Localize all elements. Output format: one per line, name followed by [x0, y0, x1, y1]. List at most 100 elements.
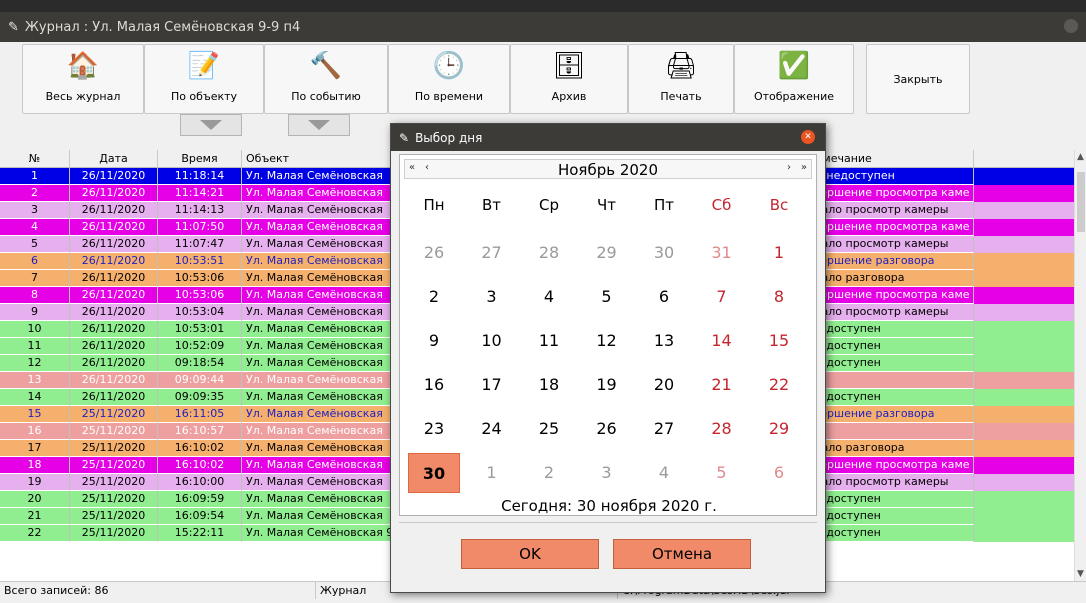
table-cell: 17 — [0, 440, 70, 457]
calendar-day[interactable]: 24 — [466, 409, 518, 449]
table-cell: 26/11/2020 — [70, 372, 158, 389]
weekday-label: Сб — [711, 196, 732, 214]
toolbar-button-label: Весь журнал — [45, 90, 121, 103]
close-button[interactable]: Закрыть — [866, 44, 970, 114]
record-count: Всего записей: 86 — [0, 582, 316, 599]
print-button[interactable]: 🖨 Печать — [628, 44, 734, 114]
table-cell: 11:14:13 — [158, 202, 242, 219]
calendar-day[interactable]: 22 — [753, 365, 805, 405]
table-cell: 10 — [0, 321, 70, 338]
scroll-down-icon[interactable]: ▼ — [1077, 569, 1084, 579]
by-object-button[interactable]: 📝 По объекту — [144, 44, 264, 114]
table-cell: 12 — [0, 355, 70, 372]
calendar-day[interactable]: 23 — [408, 409, 460, 449]
calendar-day[interactable]: 29 — [753, 409, 805, 449]
table-cell: 11 — [0, 338, 70, 355]
calendar-day[interactable]: 1 — [466, 453, 518, 493]
cancel-button[interactable]: Отмена — [613, 539, 751, 569]
calendar-day[interactable]: 27 — [466, 233, 518, 273]
table-cell: 26/11/2020 — [70, 287, 158, 304]
calendar-day[interactable]: 3 — [581, 453, 633, 493]
column-header[interactable]: № — [0, 150, 70, 167]
day-picker-dialog: ✎ Выбор дня ✕ « ‹ Ноябрь 2020 › » Пн Вт Ср… — [390, 123, 826, 593]
window-close-icon[interactable] — [1064, 19, 1078, 33]
column-header[interactable]: Время — [158, 150, 242, 167]
table-cell: 16:10:00 — [158, 474, 242, 491]
dialog-app-icon: ✎ — [399, 130, 410, 145]
table-cell: 16:10:02 — [158, 440, 242, 457]
archive-button[interactable]: 🗄 Архив — [510, 44, 628, 114]
next-month-icon[interactable]: › — [787, 162, 791, 173]
by-event-button[interactable]: 🔨 По событию — [264, 44, 388, 114]
calendar-day[interactable]: 1 — [753, 233, 805, 273]
table-cell: 25/11/2020 — [70, 423, 158, 440]
by-time-button[interactable]: 🕒 По времени — [388, 44, 510, 114]
object-filter-dropdown-icon[interactable] — [180, 114, 242, 136]
calendar-day[interactable]: 18 — [523, 365, 575, 405]
calendar-day[interactable]: 26 — [408, 233, 460, 273]
display-button[interactable]: ✅ Отображение — [734, 44, 854, 114]
dialog-close-icon[interactable]: ✕ — [801, 130, 815, 144]
by-object-icon: 📝 — [187, 51, 221, 81]
calendar-day[interactable]: 4 — [523, 277, 575, 317]
calendar-day[interactable]: 16 — [408, 365, 460, 405]
table-cell: 10:53:51 — [158, 253, 242, 270]
calendar-day[interactable]: 25 — [523, 409, 575, 449]
scroll-up-icon[interactable]: ▲ — [1077, 152, 1084, 162]
table-cell: 10:53:01 — [158, 321, 242, 338]
calendar-day[interactable]: 28 — [696, 409, 748, 449]
table-cell: 16:11:05 — [158, 406, 242, 423]
vertical-scrollbar[interactable]: ▲ ▼ — [1074, 150, 1086, 581]
calendar-day[interactable]: 6 — [638, 277, 690, 317]
calendar-day[interactable]: 2 — [408, 277, 460, 317]
calendar-day[interactable]: 14 — [696, 321, 748, 361]
calendar-day[interactable]: 9 — [408, 321, 460, 361]
calendar-day[interactable]: 19 — [581, 365, 633, 405]
calendar-day[interactable]: 3 — [466, 277, 518, 317]
calendar-day[interactable]: 17 — [466, 365, 518, 405]
table-cell: 25/11/2020 — [70, 525, 158, 542]
weekday-label: Вс — [769, 196, 789, 214]
table-cell: 19 — [0, 474, 70, 491]
table-cell: 09:18:54 — [158, 355, 242, 372]
calendar-day[interactable]: 5 — [696, 453, 748, 493]
calendar-day[interactable]: 30 — [638, 233, 690, 273]
calendar-day[interactable]: 20 — [638, 365, 690, 405]
table-cell: 9 — [0, 304, 70, 321]
dialog-title: Выбор дня — [415, 130, 483, 145]
calendar-day[interactable]: 5 — [581, 277, 633, 317]
calendar-day[interactable]: 6 — [753, 453, 805, 493]
weekday-label: Пт — [653, 196, 675, 214]
table-cell: 15 — [0, 406, 70, 423]
next-year-icon[interactable]: » — [801, 162, 807, 173]
calendar-day[interactable]: 26 — [581, 409, 633, 449]
toolbar-button-label: По событию — [291, 90, 361, 103]
calendar-day[interactable]: 12 — [581, 321, 633, 361]
event-filter-dropdown-icon[interactable] — [288, 114, 350, 136]
calendar-day[interactable]: 4 — [638, 453, 690, 493]
column-header[interactable]: Дата — [70, 150, 158, 167]
scroll-thumb[interactable] — [1077, 172, 1085, 232]
calendar-day[interactable]: 31 — [696, 233, 748, 273]
table-cell: 13 — [0, 372, 70, 389]
calendar-day[interactable]: 29 — [581, 233, 633, 273]
calendar-day[interactable]: 27 — [638, 409, 690, 449]
calendar-day[interactable]: 13 — [638, 321, 690, 361]
toolbar-button-label: Отображение — [753, 90, 835, 103]
calendar-day[interactable]: 8 — [753, 277, 805, 317]
table-cell: 25/11/2020 — [70, 474, 158, 491]
calendar-day[interactable]: 11 — [523, 321, 575, 361]
calendar-day[interactable]: 30 — [408, 453, 460, 493]
calendar-day[interactable]: 21 — [696, 365, 748, 405]
by-time-icon: 🕒 — [432, 51, 466, 81]
calendar-day[interactable]: 2 — [523, 453, 575, 493]
calendar-day[interactable]: 7 — [696, 277, 748, 317]
all-journal-icon: 🏠 — [66, 51, 100, 81]
table-cell: 25/11/2020 — [70, 457, 158, 474]
table-cell: 16:10:02 — [158, 457, 242, 474]
calendar-day[interactable]: 15 — [753, 321, 805, 361]
calendar-day[interactable]: 10 — [466, 321, 518, 361]
ok-button[interactable]: OK — [461, 539, 599, 569]
all-journal-button[interactable]: 🏠 Весь журнал — [22, 44, 144, 114]
calendar-day[interactable]: 28 — [523, 233, 575, 273]
